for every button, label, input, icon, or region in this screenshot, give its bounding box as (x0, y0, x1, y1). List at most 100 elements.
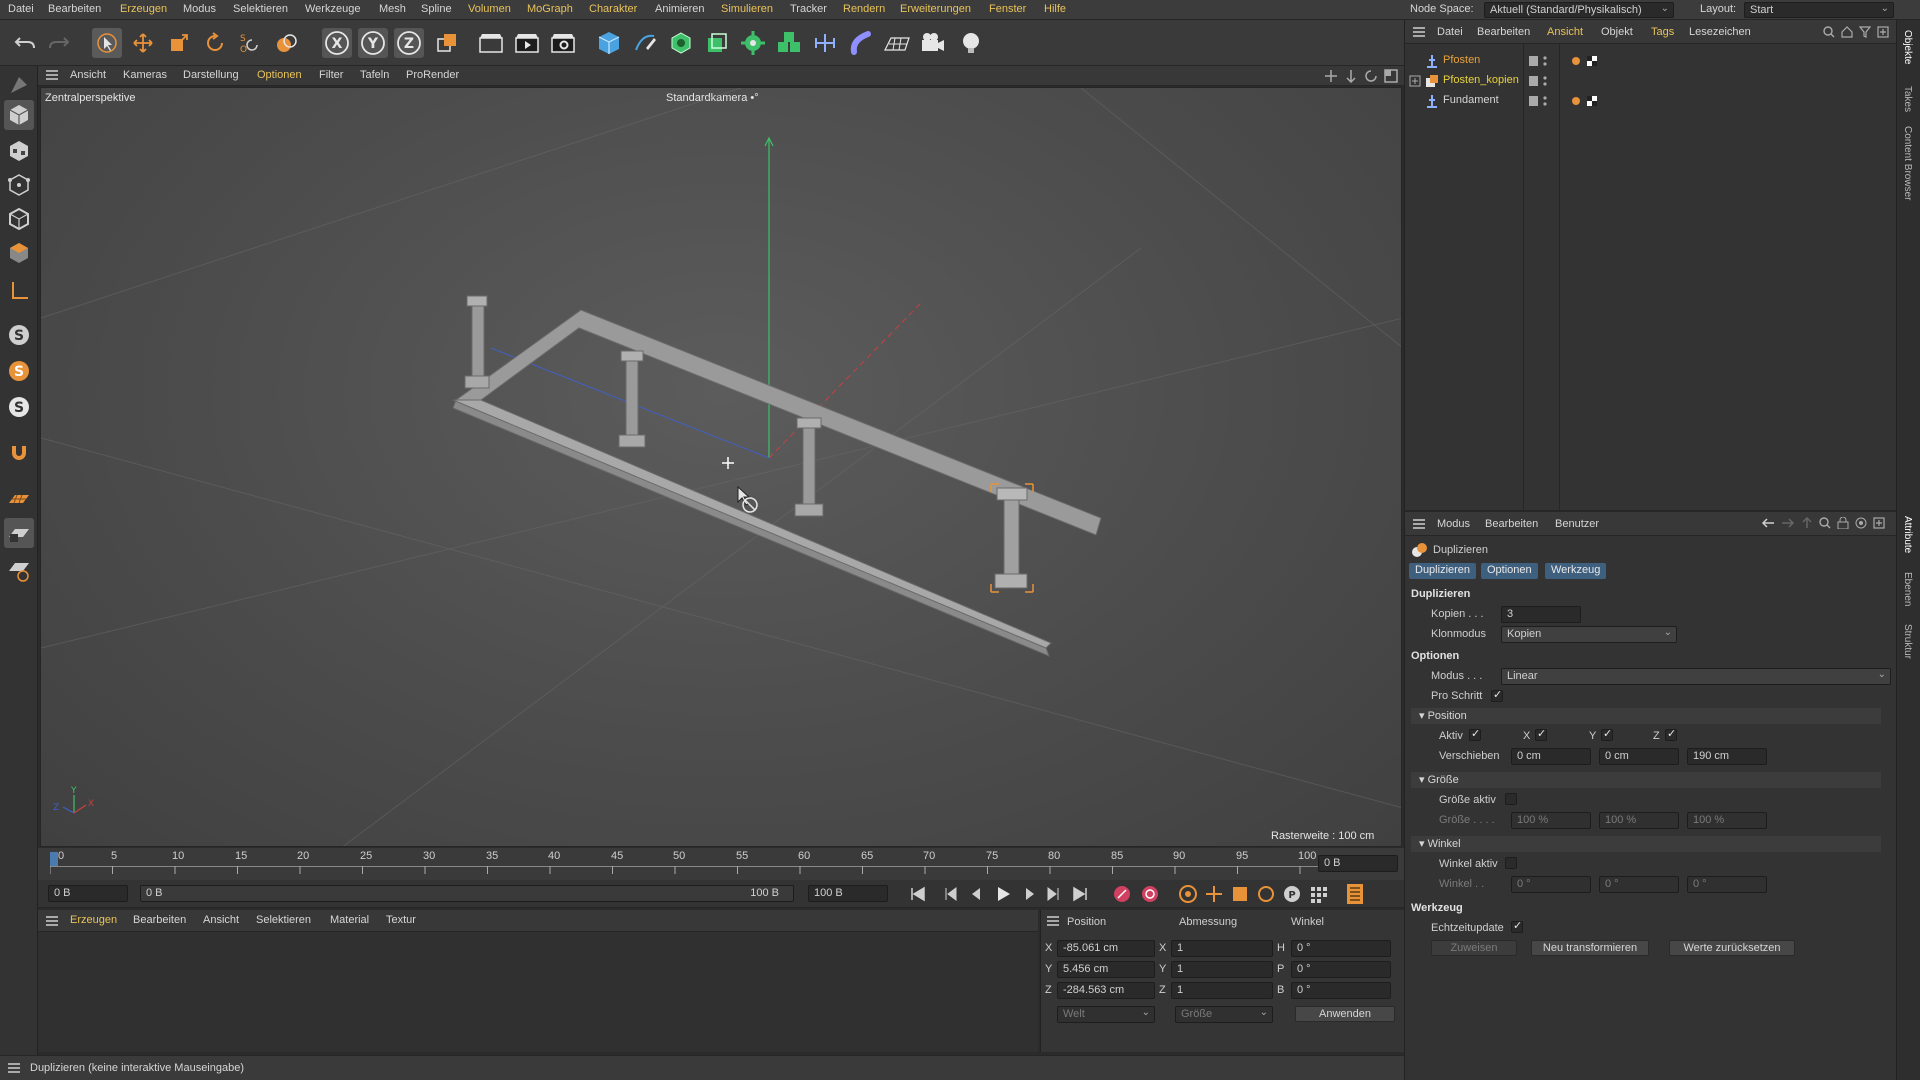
cloner-button[interactable] (774, 28, 804, 58)
menu-mograph[interactable]: MoGraph (527, 3, 573, 15)
position-aktiv-checkbox[interactable] (1469, 727, 1481, 741)
klonmodus-select[interactable]: Kopien ⌄ (1501, 626, 1677, 643)
lock-workplane-button[interactable] (4, 518, 34, 548)
cube-button[interactable] (594, 28, 624, 58)
mat-menu-ansicht[interactable]: Ansicht (203, 914, 239, 926)
undo-button[interactable] (10, 28, 40, 58)
search-icon[interactable] (1823, 26, 1835, 41)
axis-x-button[interactable]: X (322, 28, 352, 58)
filter-icon[interactable] (1858, 26, 1872, 41)
obj-menu-bearbeiten[interactable]: Bearbeiten (1477, 26, 1530, 38)
apply-button[interactable]: Anwenden (1295, 1006, 1395, 1022)
vp-menu-ansicht[interactable]: Ansicht (70, 69, 106, 81)
menu-charakter[interactable]: Charakter (589, 3, 637, 15)
menu-animieren[interactable]: Animieren (655, 3, 705, 15)
position-group-header[interactable]: ▾ Position (1411, 708, 1881, 724)
obj-menu-ansicht[interactable]: Ansicht (1547, 26, 1583, 38)
texture-mode-button[interactable] (4, 136, 34, 166)
home-icon[interactable] (1841, 26, 1853, 41)
menu-fenster[interactable]: Fenster (989, 3, 1026, 15)
settings-circle-icon[interactable] (1855, 517, 1867, 532)
object-row-pfosten[interactable]: Pfosten (1405, 51, 1897, 71)
expand-plus-icon[interactable] (1409, 75, 1421, 87)
axis-y-button[interactable]: Y (358, 28, 388, 58)
mat-menu-selektieren[interactable]: Selektieren (256, 914, 311, 926)
obj-menu-lesezeichen[interactable]: Lesezeichen (1689, 26, 1751, 38)
axis-mode-button[interactable] (4, 276, 34, 306)
quantize-button[interactable]: S (4, 392, 34, 422)
mat-menu-textur[interactable]: Textur (386, 914, 416, 926)
size-x-field[interactable]: 1 (1171, 940, 1273, 957)
winkel-aktiv-checkbox[interactable] (1505, 857, 1517, 869)
zuweisen-button[interactable]: Zuweisen (1431, 940, 1517, 956)
menu-bearbeiten[interactable]: Bearbeiten (48, 3, 101, 15)
attr-menu-bearbeiten[interactable]: Bearbeiten (1485, 518, 1538, 530)
obj-menu-datei[interactable]: Datei (1437, 26, 1463, 38)
start-frame-field[interactable]: 0 B (48, 885, 128, 902)
axis-z-button[interactable]: Z (394, 28, 424, 58)
rotation-h-field[interactable]: 0 ° (1291, 940, 1391, 957)
menu-datei[interactable]: Datei (8, 3, 34, 15)
menu-rendern[interactable]: Rendern (843, 3, 885, 15)
groesse-group-header[interactable]: ▾ Größe (1411, 772, 1881, 788)
node-space-select[interactable]: Aktuell (Standard/Physikalisch) ⌄ (1484, 2, 1674, 18)
object-row-fundament[interactable]: Fundament (1405, 91, 1897, 111)
edges-mode-button[interactable] (4, 204, 34, 234)
light-button[interactable] (956, 28, 986, 58)
playhead[interactable] (50, 852, 58, 866)
obj-menu-tags[interactable]: Tags (1651, 26, 1674, 38)
snap-button[interactable]: S (4, 320, 34, 350)
recent-tools-button[interactable]: SO (236, 28, 266, 58)
snap-settings-button[interactable]: S (4, 356, 34, 386)
size-z-field[interactable]: 1 (1171, 982, 1273, 999)
rotate-tool-button[interactable] (200, 28, 230, 58)
redo-button[interactable] (44, 28, 74, 58)
size-y-field[interactable]: 1 (1171, 961, 1273, 978)
object-name[interactable]: Pfosten_kopien (1443, 74, 1519, 86)
render-picture-viewer-button[interactable] (512, 28, 542, 58)
scale-tool-button[interactable] (164, 28, 194, 58)
menu-spline[interactable]: Spline (421, 3, 452, 15)
menu-modus[interactable]: Modus (183, 3, 216, 15)
make-editable-button[interactable] (4, 70, 34, 100)
groesse-y-field[interactable]: 100 % (1599, 812, 1679, 829)
rotation-b-field[interactable]: 0 ° (1291, 982, 1391, 999)
move-tool-button[interactable] (128, 28, 158, 58)
end-frame-field[interactable]: 100 B (808, 885, 888, 902)
side-tab-struktur[interactable]: Struktur (1902, 624, 1913, 659)
frame-range-slider[interactable]: 0 B 100 B (140, 885, 794, 902)
winkel-x-field[interactable]: 0 ° (1511, 876, 1591, 893)
menu-tracker[interactable]: Tracker (790, 3, 827, 15)
position-x-checkbox[interactable] (1535, 727, 1547, 741)
new-window-icon[interactable] (1877, 26, 1889, 41)
extrude-button[interactable] (702, 28, 732, 58)
hamburger-icon[interactable] (46, 70, 58, 83)
object-row-pfosten-kopien[interactable]: Pfosten_kopien (1405, 71, 1897, 91)
attr-menu-modus[interactable]: Modus (1437, 518, 1470, 530)
render-settings-button[interactable] (548, 28, 578, 58)
search-icon[interactable] (1819, 517, 1831, 532)
verschieben-x-field[interactable]: 0 cm (1511, 748, 1591, 765)
floor-button[interactable] (882, 28, 912, 58)
verschieben-z-field[interactable]: 190 cm (1687, 748, 1767, 765)
viewport-maximize-icon[interactable] (1384, 69, 1398, 86)
array-button[interactable] (738, 28, 768, 58)
werte-zuruecksetzen-button[interactable]: Werte zurücksetzen (1669, 940, 1795, 956)
mat-menu-bearbeiten[interactable]: Bearbeiten (133, 914, 186, 926)
side-tab-takes[interactable]: Takes (1902, 86, 1913, 112)
polygons-mode-button[interactable] (4, 238, 34, 268)
coord-mode-select[interactable]: Welt ⌄ (1057, 1006, 1155, 1023)
render-view-button[interactable] (476, 28, 506, 58)
object-name[interactable]: Pfosten (1443, 54, 1480, 66)
side-tab-content-browser[interactable]: Content Browser (1902, 126, 1913, 200)
new-window-icon[interactable] (1873, 517, 1885, 532)
vp-menu-tafeln[interactable]: Tafeln (360, 69, 389, 81)
neu-transformieren-button[interactable]: Neu transformieren (1531, 940, 1649, 956)
tab-werkzeug[interactable]: Werkzeug (1545, 563, 1607, 579)
visibility-dots-icon[interactable] (1529, 94, 1553, 108)
rotation-p-field[interactable]: 0 ° (1291, 961, 1391, 978)
vp-menu-filter[interactable]: Filter (319, 69, 343, 81)
groesse-x-field[interactable]: 100 % (1511, 812, 1591, 829)
tab-duplizieren[interactable]: Duplizieren (1409, 563, 1477, 579)
visibility-dots-icon[interactable] (1529, 54, 1553, 68)
